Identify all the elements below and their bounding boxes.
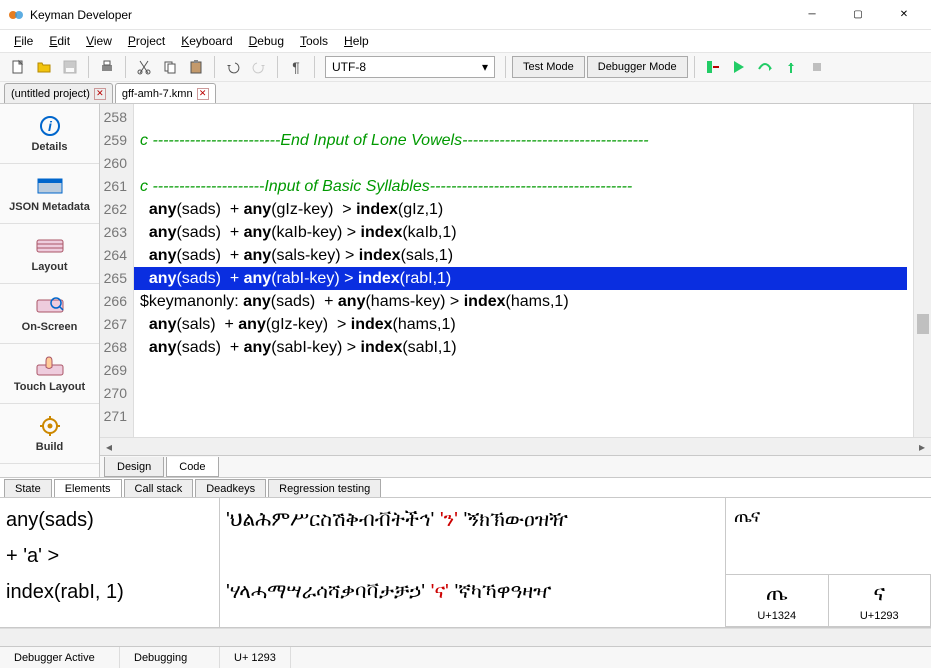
- sidebar-item-onscreen[interactable]: On-Screen: [0, 284, 99, 344]
- menu-tools[interactable]: Tools: [292, 32, 336, 50]
- sidebar-item-label: Details: [31, 141, 67, 153]
- document-tab-label: (untitled project): [11, 88, 90, 100]
- paste-icon[interactable]: [184, 55, 208, 79]
- new-file-icon[interactable]: [6, 55, 30, 79]
- cut-icon[interactable]: [132, 55, 156, 79]
- menu-help[interactable]: Help: [336, 32, 377, 50]
- pilcrow-icon[interactable]: ¶: [284, 55, 308, 79]
- debugger-rule-column: any(sads)+ 'a' >index(rabI, 1): [0, 498, 220, 627]
- menu-file[interactable]: File: [6, 32, 41, 50]
- window-title: Keyman Developer: [30, 8, 789, 22]
- print-icon[interactable]: [95, 55, 119, 79]
- document-tab[interactable]: (untitled project) ✕: [4, 83, 113, 103]
- preview-text: ጤና: [726, 498, 931, 575]
- close-icon[interactable]: ✕: [94, 88, 106, 100]
- onscreen-icon: [36, 295, 64, 317]
- close-button[interactable]: ✕: [881, 0, 927, 30]
- menu-debug[interactable]: Debug: [241, 32, 292, 50]
- tab-callstack[interactable]: Call stack: [124, 479, 194, 497]
- tab-regression[interactable]: Regression testing: [268, 479, 381, 497]
- tab-design[interactable]: Design: [104, 457, 164, 477]
- copy-icon[interactable]: [158, 55, 182, 79]
- sidebar-item-build[interactable]: Build: [0, 404, 99, 464]
- status-codepoint: U+ 1293: [220, 647, 291, 668]
- editor-mode-tabs: Design Code: [100, 455, 931, 477]
- debug-stop-icon[interactable]: [805, 55, 829, 79]
- tab-deadkeys[interactable]: Deadkeys: [195, 479, 266, 497]
- debug-run-icon[interactable]: [727, 55, 751, 79]
- redo-icon[interactable]: [247, 55, 271, 79]
- menu-edit[interactable]: Edit: [41, 32, 78, 50]
- encoding-value: UTF-8: [332, 60, 366, 74]
- sidebar-item-touch[interactable]: Touch Layout: [0, 344, 99, 404]
- title-bar: Keyman Developer ─ ▢ ✕: [0, 0, 931, 30]
- tab-elements[interactable]: Elements: [54, 479, 122, 497]
- sidebar-item-details[interactable]: i Details: [0, 104, 99, 164]
- menu-keyboard[interactable]: Keyboard: [173, 32, 240, 50]
- document-tabs: (untitled project) ✕ gff-amh-7.kmn ✕: [0, 82, 931, 104]
- editor-sidebar: i Details JSON Metadata Layout On-Screen…: [0, 104, 100, 477]
- undo-icon[interactable]: [221, 55, 245, 79]
- vertical-scrollbar[interactable]: [913, 104, 931, 437]
- document-tab[interactable]: gff-amh-7.kmn ✕: [115, 83, 216, 103]
- line-number-gutter: 2582592602612622632642652662672682692702…: [100, 104, 134, 437]
- debugger-stores-column: 'ህልሕምሥርስሽቅብቭትችኅ' 'ን' 'ኝክኽውዐዝዥ 'ሃላሓማሣራሳሻቃ…: [220, 498, 726, 627]
- sidebar-item-label: Touch Layout: [14, 381, 85, 393]
- code-editor[interactable]: c ------------------------End Input of L…: [134, 104, 913, 437]
- debugger-panel: any(sads)+ 'a' >index(rabI, 1) 'ህልሕምሥርስሽ…: [0, 498, 931, 628]
- codepoint-code: U+1324: [757, 610, 796, 622]
- debugger-mode-button[interactable]: Debugger Mode: [587, 56, 688, 78]
- debugger-horizontal-scrollbar[interactable]: [0, 628, 931, 646]
- minimize-button[interactable]: ─: [789, 0, 835, 30]
- svg-text:i: i: [48, 118, 53, 134]
- debugger-preview-panel: ጤና ጤ U+1324 ና U+1293: [726, 498, 931, 627]
- sidebar-item-label: Build: [36, 441, 64, 453]
- status-debugger-active: Debugger Active: [0, 647, 120, 668]
- sidebar-item-label: Layout: [31, 261, 67, 273]
- toolbar: ¶ UTF-8 ▾ Test Mode Debugger Mode: [0, 52, 931, 82]
- debug-step-out-icon[interactable]: [779, 55, 803, 79]
- horizontal-scrollbar[interactable]: ◂▸: [100, 437, 931, 455]
- info-icon: i: [36, 115, 64, 137]
- test-mode-button[interactable]: Test Mode: [512, 56, 585, 78]
- sidebar-item-json[interactable]: JSON Metadata: [0, 164, 99, 224]
- status-debugging: Debugging: [120, 647, 220, 668]
- codepoint-cell: ጤ U+1324: [725, 574, 829, 627]
- menu-view[interactable]: View: [78, 32, 120, 50]
- codepoint-code: U+1293: [860, 610, 899, 622]
- codepoint-cell: ና U+1293: [828, 574, 931, 627]
- open-file-icon[interactable]: [32, 55, 56, 79]
- encoding-select[interactable]: UTF-8 ▾: [325, 56, 495, 78]
- sidebar-item-layout[interactable]: Layout: [0, 224, 99, 284]
- metadata-icon: [36, 175, 64, 197]
- codepoint-glyph: ና: [873, 581, 885, 606]
- touch-icon: [36, 355, 64, 377]
- tab-code[interactable]: Code: [166, 457, 218, 477]
- debug-step-into-icon[interactable]: [701, 55, 725, 79]
- codepoint-glyph: ጤ: [766, 581, 788, 606]
- document-tab-label: gff-amh-7.kmn: [122, 88, 193, 100]
- sidebar-item-label: On-Screen: [22, 321, 78, 333]
- menu-project[interactable]: Project: [120, 32, 173, 50]
- gear-icon: [36, 415, 64, 437]
- chevron-down-icon: ▾: [482, 60, 488, 74]
- debug-step-over-icon[interactable]: [753, 55, 777, 79]
- status-bar: Debugger Active Debugging U+ 1293: [0, 646, 931, 668]
- tab-state[interactable]: State: [4, 479, 52, 497]
- keyboard-icon: [36, 235, 64, 257]
- save-icon[interactable]: [58, 55, 82, 79]
- maximize-button[interactable]: ▢: [835, 0, 881, 30]
- debugger-tabs: State Elements Call stack Deadkeys Regre…: [0, 478, 931, 498]
- menu-bar: File Edit View Project Keyboard Debug To…: [0, 30, 931, 52]
- app-icon: [8, 7, 24, 23]
- close-icon[interactable]: ✕: [197, 88, 209, 100]
- sidebar-item-label: JSON Metadata: [9, 201, 90, 213]
